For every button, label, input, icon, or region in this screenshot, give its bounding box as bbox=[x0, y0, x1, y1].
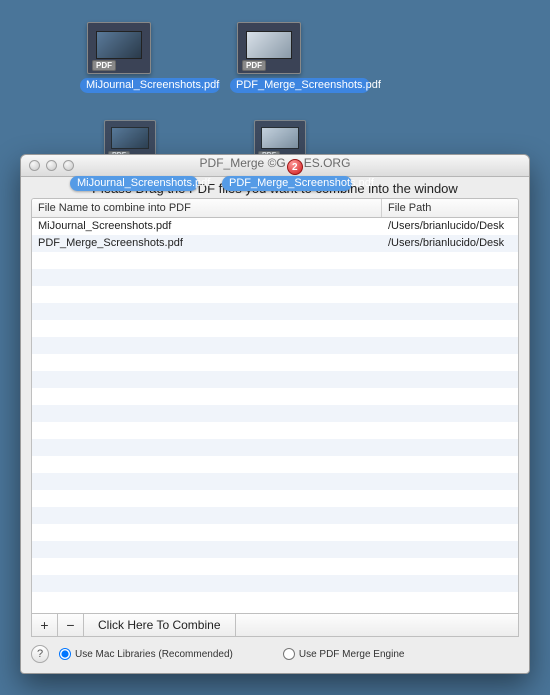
table-row[interactable] bbox=[32, 405, 518, 422]
radio-input[interactable] bbox=[59, 648, 71, 660]
table-body[interactable]: MiJournal_Screenshots.pdf /Users/brianlu… bbox=[32, 218, 518, 613]
pdf-file-icon: PDF bbox=[87, 22, 151, 74]
table-row[interactable] bbox=[32, 371, 518, 388]
table-row[interactable] bbox=[32, 439, 518, 456]
zoom-button[interactable] bbox=[63, 160, 74, 171]
window-title: PDF_Merge ©G2ES.ORG bbox=[21, 156, 529, 176]
column-header-name[interactable]: File Name to combine into PDF bbox=[32, 199, 382, 217]
table-row[interactable] bbox=[32, 558, 518, 575]
table-row[interactable] bbox=[32, 490, 518, 507]
combine-button[interactable]: Click Here To Combine bbox=[84, 614, 236, 636]
table-row[interactable] bbox=[32, 524, 518, 541]
radio-label: Use PDF Merge Engine bbox=[299, 649, 405, 660]
table-row[interactable] bbox=[32, 388, 518, 405]
table-row[interactable] bbox=[32, 337, 518, 354]
table-row[interactable] bbox=[32, 303, 518, 320]
desktop-file-mijournal[interactable]: PDF MiJournal_Screenshots.pdf bbox=[80, 22, 158, 93]
desktop-file-pdfmerge[interactable]: PDF PDF_Merge_Screenshots.pdf bbox=[230, 22, 308, 93]
radio-input[interactable] bbox=[283, 648, 295, 660]
add-button[interactable]: + bbox=[32, 614, 58, 636]
table-row[interactable]: PDF_Merge_Screenshots.pdf /Users/brianlu… bbox=[32, 235, 518, 252]
table-header: File Name to combine into PDF File Path bbox=[32, 199, 518, 218]
table-row[interactable] bbox=[32, 541, 518, 558]
bottom-options: ? Use Mac Libraries (Recommended) Use PD… bbox=[21, 637, 529, 673]
table-row[interactable] bbox=[32, 252, 518, 269]
drag-count-badge: 2 bbox=[287, 159, 303, 175]
desktop-file-label: MiJournal_Screenshots.pdf bbox=[80, 78, 220, 93]
file-table: File Name to combine into PDF File Path … bbox=[31, 198, 519, 614]
cell-filepath: /Users/brianlucido/Desk bbox=[382, 235, 518, 252]
close-button[interactable] bbox=[29, 160, 40, 171]
table-row[interactable] bbox=[32, 354, 518, 371]
help-button[interactable]: ? bbox=[31, 645, 49, 663]
drag-ghost-label: PDF_Merge_Screenshots.pdf bbox=[222, 176, 352, 191]
window-titlebar[interactable]: PDF_Merge ©G2ES.ORG bbox=[21, 155, 529, 177]
traffic-lights bbox=[21, 160, 74, 171]
pdf-badge: PDF bbox=[242, 60, 266, 71]
table-row[interactable] bbox=[32, 473, 518, 490]
pdf-badge: PDF bbox=[92, 60, 116, 71]
desktop-file-label: PDF_Merge_Screenshots.pdf bbox=[230, 78, 370, 93]
column-header-path[interactable]: File Path bbox=[382, 199, 518, 217]
radio-mac-libraries[interactable]: Use Mac Libraries (Recommended) bbox=[59, 648, 233, 660]
footer-controls: + − Click Here To Combine bbox=[31, 614, 519, 637]
table-row[interactable] bbox=[32, 507, 518, 524]
radio-label: Use Mac Libraries (Recommended) bbox=[75, 649, 233, 660]
cell-filename: PDF_Merge_Screenshots.pdf bbox=[32, 235, 382, 252]
table-row[interactable] bbox=[32, 592, 518, 609]
table-row[interactable] bbox=[32, 320, 518, 337]
table-row[interactable] bbox=[32, 269, 518, 286]
radio-pdf-engine[interactable]: Use PDF Merge Engine bbox=[283, 648, 405, 660]
table-row[interactable]: MiJournal_Screenshots.pdf /Users/brianlu… bbox=[32, 218, 518, 235]
pdf-file-icon: PDF bbox=[237, 22, 301, 74]
minimize-button[interactable] bbox=[46, 160, 57, 171]
drag-ghost-label: MiJournal_Screenshots.pdf bbox=[70, 176, 198, 191]
remove-button[interactable]: − bbox=[58, 614, 84, 636]
cell-filename: MiJournal_Screenshots.pdf bbox=[32, 218, 382, 235]
table-row[interactable] bbox=[32, 422, 518, 439]
table-row[interactable] bbox=[32, 456, 518, 473]
cell-filepath: /Users/brianlucido/Desk bbox=[382, 218, 518, 235]
table-row[interactable] bbox=[32, 286, 518, 303]
app-window: PDF_Merge ©G2ES.ORG Please Drag the PDF … bbox=[20, 154, 530, 674]
table-row[interactable] bbox=[32, 575, 518, 592]
